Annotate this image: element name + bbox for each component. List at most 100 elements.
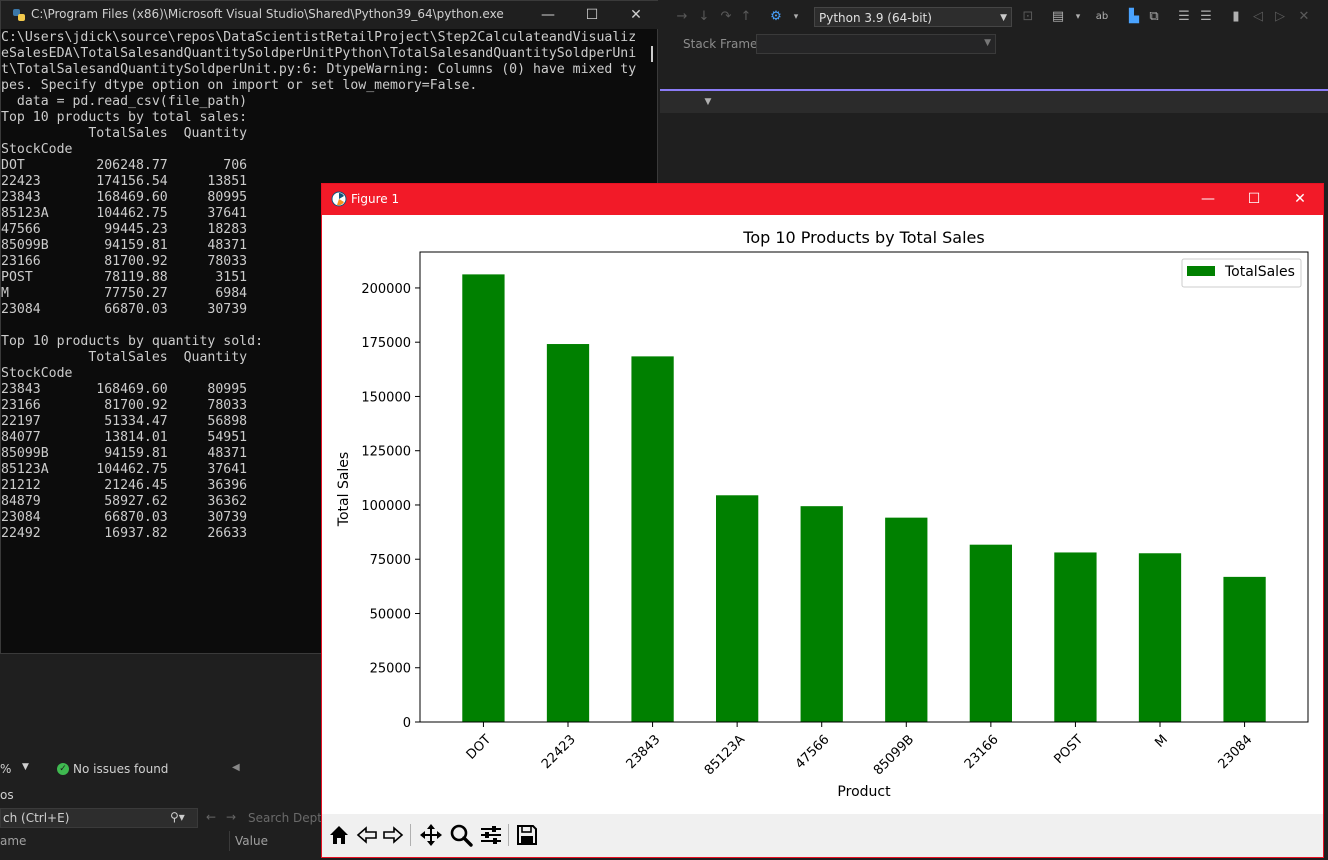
y-tick-label: 25000 — [370, 662, 411, 677]
x-tick-label: 22423 — [539, 732, 579, 772]
y-tick-label: 125000 — [361, 445, 411, 460]
figure-title: Figure 1 — [351, 192, 400, 206]
spellcheck-icon[interactable]: ab — [1094, 9, 1110, 25]
chevron-down-icon[interactable]: ▾ — [788, 9, 804, 25]
toolbar-divider — [508, 824, 509, 846]
bar-M[interactable] — [1138, 553, 1182, 722]
clear-bookmarks-icon[interactable]: ✕ — [1296, 9, 1312, 25]
panel-title: os — [0, 788, 14, 802]
python-icon — [13, 9, 25, 21]
y-tick-label: 150000 — [361, 390, 411, 405]
step-out-icon[interactable]: ↑ — [738, 9, 754, 25]
python-environment-value: Python 3.9 (64-bit) — [819, 11, 932, 25]
text-cursor — [651, 46, 653, 62]
chevron-down-icon: ▼ — [984, 38, 991, 48]
figure-window: Figure 1 — ☐ ✕ Top 10 Products by Total … — [321, 183, 1324, 858]
x-axis-label: Product — [837, 784, 891, 800]
bar-23166[interactable] — [969, 544, 1012, 722]
scroll-left-icon[interactable]: ◀ — [232, 762, 240, 773]
legend-label: TotalSales — [1224, 264, 1295, 280]
configure-subplots-icon[interactable] — [478, 822, 504, 848]
console-title: C:\Program Files (x86)\Microsoft Visual … — [31, 7, 504, 21]
step-back-icon[interactable]: ↷ — [718, 9, 734, 25]
x-tick-label: POST — [1051, 732, 1086, 767]
forward-arrow-icon[interactable] — [380, 822, 406, 848]
x-tick-label: 23166 — [962, 732, 1002, 772]
column-header-value[interactable]: Value — [235, 834, 268, 848]
lock-icon[interactable]: ⊡ — [1020, 9, 1036, 25]
window-layout-icon[interactable]: ▤ — [1050, 9, 1066, 25]
bar-85123A[interactable] — [716, 495, 759, 722]
check-icon: ✓ — [57, 763, 69, 775]
legend: TotalSales — [1181, 258, 1302, 288]
x-tick-label: 23843 — [624, 732, 664, 772]
select-icon[interactable]: ▙ — [1126, 9, 1142, 25]
matplotlib-toolbar — [322, 814, 1323, 857]
matplotlib-icon — [331, 191, 347, 207]
back-arrow-icon[interactable]: ← — [206, 810, 216, 824]
bar-23843[interactable] — [631, 356, 674, 722]
step-into-icon[interactable]: ↓ — [696, 9, 712, 25]
chevron-down-icon: ▼ — [1000, 13, 1007, 23]
search-input[interactable]: ch (Ctrl+E) — [0, 808, 198, 828]
bar-22423[interactable] — [546, 344, 590, 722]
stack-frame-select[interactable]: ▼ — [756, 34, 996, 54]
home-icon[interactable] — [326, 822, 352, 848]
toolbar-divider — [410, 824, 411, 846]
bar-chart[interactable]: Top 10 Products by Total Sales Product T… — [322, 215, 1323, 814]
back-arrow-icon[interactable] — [354, 822, 380, 848]
zoom-icon[interactable] — [448, 822, 474, 848]
chart-title: Top 10 Products by Total Sales — [742, 228, 984, 247]
editor-status-bar: % ▼ ✓ No issues found ◀ — [0, 760, 320, 778]
outdent-icon[interactable]: ☰ — [1198, 9, 1214, 25]
x-tick-label: DOT — [464, 732, 495, 763]
next-bookmark-icon[interactable]: ▷ — [1272, 9, 1288, 25]
x-tick-label: 47566 — [793, 732, 833, 772]
copy-icon[interactable]: ⧉ — [1146, 9, 1162, 25]
close-button[interactable]: ✕ — [613, 1, 659, 29]
x-tick-label: 85123A — [702, 732, 748, 778]
x-tick-label: 85099B — [871, 732, 917, 778]
column-header-name[interactable]: ame — [0, 834, 26, 848]
indent-icon[interactable]: ☰ — [1176, 9, 1192, 25]
column-divider[interactable] — [229, 831, 230, 851]
x-tick-label: 23084 — [1216, 732, 1256, 772]
y-tick-label: 0 — [403, 716, 411, 731]
minimize-button[interactable]: — — [525, 1, 571, 29]
save-icon[interactable] — [514, 822, 540, 848]
pan-icon[interactable] — [418, 822, 444, 848]
y-tick-label: 100000 — [361, 499, 411, 514]
stack-frame-label: Stack Frame: — [683, 37, 762, 51]
y-tick-label: 75000 — [370, 553, 411, 568]
bookmark-icon[interactable]: ▮ — [1228, 9, 1244, 25]
legend-swatch — [1187, 266, 1215, 276]
bar-85099B[interactable] — [885, 517, 928, 722]
search-icon[interactable]: ⚲▾ — [170, 810, 185, 824]
step-over-icon[interactable]: → — [674, 9, 690, 25]
bar-DOT[interactable] — [462, 274, 505, 722]
y-axis-label: Total Sales — [336, 452, 352, 527]
y-tick-label: 175000 — [361, 336, 411, 351]
y-tick-label: 200000 — [361, 282, 411, 297]
prev-bookmark-icon[interactable]: ◁ — [1250, 9, 1266, 25]
figure-titlebar[interactable]: Figure 1 — ☐ ✕ — [322, 184, 1323, 215]
close-button[interactable]: ✕ — [1277, 184, 1323, 215]
console-titlebar[interactable]: C:\Program Files (x86)\Microsoft Visual … — [1, 1, 659, 29]
minimize-button[interactable]: — — [1185, 184, 1231, 215]
x-tick-label: M — [1152, 732, 1171, 751]
chevron-down-icon[interactable]: ▼ — [700, 94, 716, 110]
maximize-button[interactable]: ☐ — [569, 1, 615, 29]
issues-status[interactable]: No issues found — [73, 762, 168, 776]
python-environment-select[interactable]: Python 3.9 (64-bit) ▼ — [814, 7, 1012, 27]
hot-reload-icon[interactable]: ⚙ — [768, 9, 784, 25]
zoom-level[interactable]: % — [0, 762, 11, 776]
y-tick-label: 50000 — [370, 607, 411, 622]
search-placeholder: ch (Ctrl+E) — [3, 811, 70, 825]
bar-POST[interactable] — [1054, 552, 1097, 722]
maximize-button[interactable]: ☐ — [1231, 184, 1277, 215]
chevron-down-icon[interactable]: ▾ — [1070, 9, 1086, 25]
bar-47566[interactable] — [800, 506, 843, 722]
chevron-down-icon[interactable]: ▼ — [22, 762, 29, 772]
bar-23084[interactable] — [1223, 576, 1266, 722]
forward-arrow-icon[interactable]: → — [226, 810, 236, 824]
